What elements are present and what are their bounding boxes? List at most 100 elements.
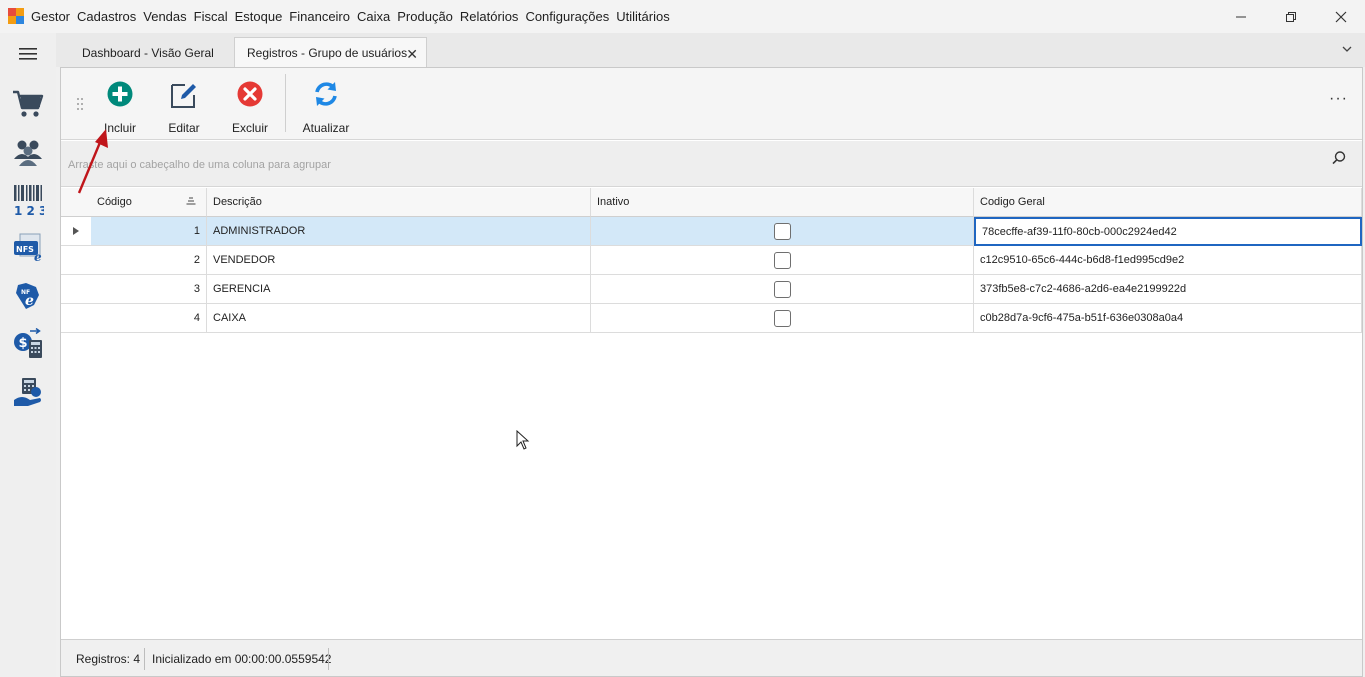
mouse-cursor-icon	[516, 430, 530, 450]
nfe-icon: NF e	[16, 283, 39, 309]
column-header-descricao[interactable]: Descrição	[207, 188, 591, 217]
cell-inativo	[591, 275, 974, 304]
row-indicator	[61, 275, 91, 304]
app-logo-icon	[8, 8, 24, 24]
cell-inativo	[591, 304, 974, 333]
title-bar: Gestor Cadastros Vendas Fiscal Estoque F…	[0, 0, 1365, 33]
sidebar-item-vendas[interactable]	[8, 85, 48, 123]
close-window-button[interactable]	[1318, 0, 1364, 33]
current-row-icon	[73, 227, 79, 235]
menu-item-financeiro[interactable]: Financeiro	[289, 9, 356, 24]
menu-item-configuracoes[interactable]: Configurações	[525, 9, 615, 24]
sidebar-item-produtos[interactable]: 1 2 3	[8, 181, 48, 219]
menu-item-relatorios[interactable]: Relatórios	[460, 9, 525, 24]
svg-text:1 2 3: 1 2 3	[14, 204, 44, 216]
toolbar-grip-icon[interactable]	[77, 98, 83, 110]
toolbar: Incluir Editar Excluir Atualizar ···	[61, 68, 1362, 140]
column-header-codigo-geral[interactable]: Codigo Geral	[974, 188, 1362, 217]
tab-label: Registros - Grupo de usuários	[247, 46, 408, 60]
delete-icon	[237, 81, 263, 107]
cart-icon	[13, 90, 44, 117]
cell-codigo-geral[interactable]: c0b28d7a-9cf6-475a-b51f-636e0308a0a4	[974, 304, 1362, 333]
cell-codigo[interactable]: 2	[91, 246, 207, 275]
toolbar-separator	[285, 74, 286, 132]
tab-overflow-button[interactable]	[1342, 42, 1352, 56]
cell-codigo[interactable]: 1	[91, 217, 207, 246]
minimize-icon	[1236, 16, 1246, 17]
tab-label: Dashboard - Visão Geral	[82, 45, 214, 60]
menu-item-caixa[interactable]: Caixa	[357, 9, 396, 24]
tab-close-icon[interactable]: ✕	[406, 46, 418, 63]
status-init-time: Inicializado em 00:00:00.0559542	[152, 652, 332, 666]
nfse-icon: NFS e	[14, 233, 42, 263]
atualizar-label: Atualizar	[302, 121, 350, 135]
table-row[interactable]: 2 VENDEDOR c12c9510-65c6-444c-b6d8-f1ed9…	[61, 246, 1362, 275]
inativo-checkbox[interactable]	[773, 251, 791, 269]
atualizar-button[interactable]: Atualizar	[298, 80, 354, 136]
main-panel: Incluir Editar Excluir Atualizar ··· Arr…	[60, 67, 1363, 677]
menu-item-cadastros[interactable]: Cadastros	[77, 9, 142, 24]
tab-grupo-usuarios[interactable]: Registros - Grupo de usuários ✕	[234, 37, 427, 68]
status-bar: Registros: 4 Inicializado em 00:00:00.05…	[61, 639, 1362, 676]
sidebar-item-usuarios[interactable]	[8, 133, 48, 171]
add-icon	[107, 81, 133, 107]
editar-button[interactable]: Editar	[156, 80, 212, 136]
cell-codigo-geral[interactable]: c12c9510-65c6-444c-b6d8-f1ed995cd9e2	[974, 246, 1362, 275]
column-header-inativo[interactable]: Inativo	[591, 188, 974, 217]
menu-bar: Gestor Cadastros Vendas Fiscal Estoque F…	[31, 0, 677, 33]
restore-button[interactable]	[1268, 0, 1314, 33]
inativo-checkbox[interactable]	[773, 309, 791, 327]
cell-codigo[interactable]: 3	[91, 275, 207, 304]
table-row[interactable]: 1 ADMINISTRADOR 78cecffe-af39-11f0-80cb-…	[61, 217, 1362, 246]
annotation-arrow-icon	[77, 129, 108, 194]
cell-inativo	[591, 246, 974, 275]
svg-text:e: e	[25, 293, 34, 309]
minimize-button[interactable]	[1218, 0, 1264, 33]
group-panel[interactable]: Arraste aqui o cabeçalho de uma coluna p…	[61, 141, 1362, 187]
svg-text:$: $	[19, 336, 28, 351]
sidebar-toggle-button[interactable]	[8, 35, 48, 73]
svg-text:NFS: NFS	[16, 245, 34, 254]
row-indicator	[61, 217, 91, 246]
row-indicator	[61, 246, 91, 275]
sidebar-item-caixa[interactable]	[8, 373, 48, 411]
sidebar-item-nfse[interactable]: NFS e	[8, 229, 48, 267]
inativo-checkbox[interactable]	[773, 222, 791, 240]
menu-item-utilitarios[interactable]: Utilitários	[616, 9, 675, 24]
users-icon	[14, 140, 42, 166]
menu-item-producao[interactable]: Produção	[397, 9, 459, 24]
cell-codigo-geral[interactable]: 373fb5e8-c7c2-4686-a2d6-ea4e2199922d	[974, 275, 1362, 304]
sidebar-item-nfe[interactable]: NF e	[8, 277, 48, 315]
barcode-icon: 1 2 3	[14, 185, 44, 216]
cell-descricao[interactable]: VENDEDOR	[207, 246, 591, 275]
cell-descricao[interactable]: ADMINISTRADOR	[207, 217, 591, 246]
cell-codigo[interactable]: 4	[91, 304, 207, 333]
sidebar: 1 2 3 NFS e NF e $	[0, 33, 56, 677]
status-separator	[328, 648, 329, 670]
menu-item-vendas[interactable]: Vendas	[143, 9, 192, 24]
status-record-count: Registros: 4	[76, 652, 141, 666]
inativo-checkbox[interactable]	[773, 280, 791, 298]
tab-strip: Dashboard - Visão Geral Registros - Grup…	[56, 33, 1365, 68]
hamburger-icon	[19, 48, 37, 60]
search-icon[interactable]	[1331, 150, 1347, 166]
svg-text:e: e	[34, 250, 42, 263]
excluir-button[interactable]: Excluir	[222, 80, 278, 136]
tab-dashboard[interactable]: Dashboard - Visão Geral	[70, 37, 234, 68]
cell-descricao[interactable]: CAIXA	[207, 304, 591, 333]
sidebar-item-financeiro[interactable]: $	[8, 325, 48, 363]
menu-item-estoque[interactable]: Estoque	[235, 9, 289, 24]
sort-ascending-icon	[186, 197, 196, 205]
refresh-icon	[315, 82, 337, 106]
editar-label: Editar	[168, 121, 200, 135]
menu-item-fiscal[interactable]: Fiscal	[194, 9, 234, 24]
more-options-icon[interactable]: ···	[1329, 90, 1348, 108]
table-row[interactable]: 4 CAIXA c0b28d7a-9cf6-475a-b51f-636e0308…	[61, 304, 1362, 333]
grid-header: Código Descrição Inativo Codigo Geral	[61, 188, 1362, 217]
table-row[interactable]: 3 GERENCIA 373fb5e8-c7c2-4686-a2d6-ea4e2…	[61, 275, 1362, 304]
finance-icon: $	[14, 328, 42, 358]
chevron-down-icon	[1342, 46, 1352, 52]
cell-codigo-geral[interactable]: 78cecffe-af39-11f0-80cb-000c2924ed42	[974, 217, 1362, 246]
cell-descricao[interactable]: GERENCIA	[207, 275, 591, 304]
menu-item-gestor[interactable]: Gestor	[31, 9, 76, 24]
